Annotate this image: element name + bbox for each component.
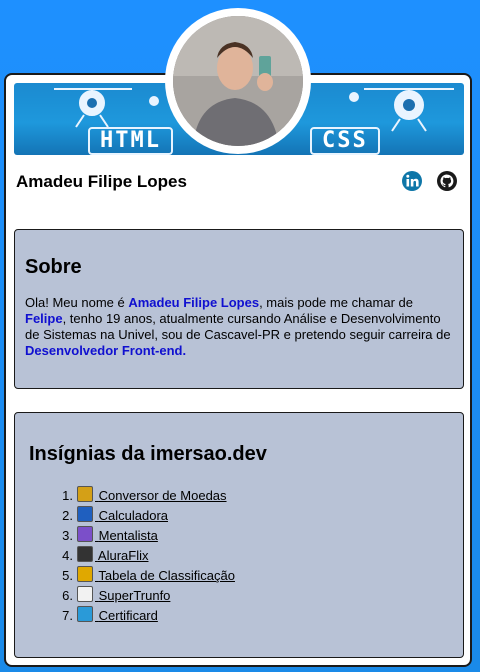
badge-label: Tabela de Classificação (98, 568, 235, 583)
banner-html-label: HTML (88, 127, 173, 155)
badge-label: Conversor de Moedas (98, 488, 227, 503)
badge-item: 7. Certificard (29, 606, 449, 626)
about-text: Ola! Meu nome é Amadeu Filipe Lopes, mai… (25, 295, 453, 359)
about-text-2: , mais pode me chamar de (259, 295, 413, 310)
banner-css-label: CSS (310, 127, 380, 155)
badge-label: Calculadora (98, 508, 168, 523)
about-title: Sobre (25, 256, 82, 278)
badge-link[interactable]: SuperTrunfo (77, 586, 171, 603)
badge-label: SuperTrunfo (98, 588, 171, 603)
calculator-icon (77, 506, 93, 522)
trophy-icon (77, 566, 93, 582)
badge-link[interactable]: Conversor de Moedas (77, 486, 227, 503)
badge-number: 6. (62, 588, 73, 603)
github-icon[interactable] (436, 170, 458, 192)
badge-item: 4. AluraFlix (29, 546, 449, 566)
badge-number: 1. (62, 488, 73, 503)
badge-item: 1. Conversor de Moedas (29, 486, 449, 506)
badge-number: 4. (62, 548, 73, 563)
clapper-board-icon (77, 546, 93, 562)
badge-link[interactable]: Tabela de Classificação (77, 566, 235, 583)
badge-item: 6. SuperTrunfo (29, 586, 449, 606)
badge-number: 7. (62, 608, 73, 623)
crystal-ball-icon (77, 526, 93, 542)
badge-number: 5. (62, 568, 73, 583)
about-text-3: , tenho 19 anos, atualmente cursando Aná… (25, 311, 451, 342)
linkedin-icon[interactable] (401, 170, 423, 192)
about-section: Sobre Ola! Meu nome é Amadeu Filipe Lope… (14, 229, 464, 389)
avatar-frame (165, 8, 311, 154)
badge-link[interactable]: Calculadora (77, 506, 168, 523)
badge-item: 5. Tabela de Classificação (29, 566, 449, 586)
about-nick-highlight: Felipe (25, 311, 63, 326)
badge-number: 2. (62, 508, 73, 523)
badge-link[interactable]: Certificard (77, 606, 158, 623)
globe-icon (77, 606, 93, 622)
money-bag-icon (77, 486, 93, 502)
badge-label: AluraFlix (97, 548, 149, 563)
about-name-highlight: Amadeu Filipe Lopes (128, 295, 260, 310)
badge-item: 3. Mentalista (29, 526, 449, 546)
badge-label: Certificard (98, 608, 158, 623)
badge-link[interactable]: AluraFlix (77, 546, 149, 563)
about-text-1: Ola! Meu nome é (25, 295, 129, 310)
about-career-highlight: Desenvolvedor Front-end. (25, 343, 187, 358)
badges-title: Insígnias da imersao.dev (29, 443, 267, 465)
badge-item: 2. Calculadora (29, 506, 449, 526)
badges-list: 1. Conversor de Moedas 2. Calculadora 3. M… (29, 486, 449, 626)
profile-name: Amadeu Filipe Lopes (16, 172, 187, 191)
badge-label: Mentalista (98, 528, 158, 543)
playing-card-icon (77, 586, 93, 602)
avatar (173, 16, 303, 146)
badge-number: 3. (62, 528, 73, 543)
badges-section: Insígnias da imersao.dev 1. Conversor de… (14, 412, 464, 658)
badge-link[interactable]: Mentalista (77, 526, 158, 543)
profile-card: HTML CSS Amadeu Filipe Lopes Sobre Ola! … (4, 73, 472, 667)
avatar-photo (173, 16, 303, 146)
